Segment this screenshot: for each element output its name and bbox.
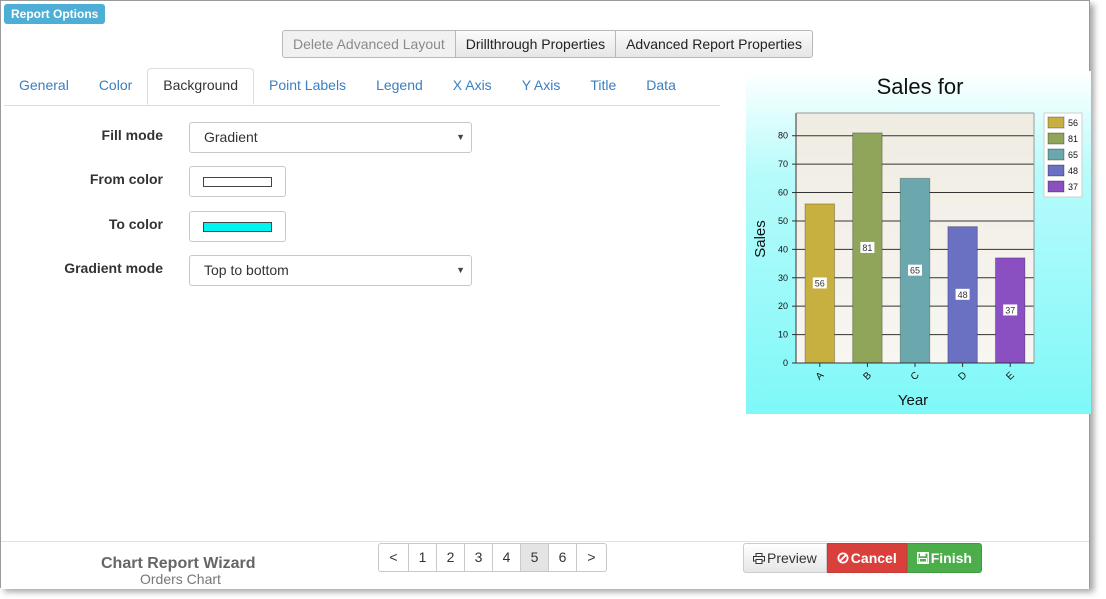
x-tick-label: B [862, 370, 875, 383]
to-color-swatch [203, 222, 272, 232]
fill-mode-select[interactable]: Gradient ▼ [189, 122, 472, 153]
advanced-report-properties-button[interactable]: Advanced Report Properties [615, 30, 813, 58]
printer-icon [753, 552, 765, 564]
save-icon [916, 552, 929, 564]
tab-bar: General Color Background Point Labels Le… [4, 68, 720, 106]
legend-entry: 56 [1068, 118, 1078, 128]
caret-down-icon: ▼ [456, 265, 465, 275]
to-color-picker[interactable] [189, 211, 286, 242]
y-tick-label: 20 [778, 301, 788, 311]
to-color-label: To color [108, 216, 163, 232]
from-color-swatch [203, 177, 272, 187]
page-1-button[interactable]: 1 [408, 543, 437, 572]
y-tick-label: 60 [778, 188, 788, 198]
chart-title: Sales for [877, 74, 964, 99]
chart-legend: 56 81 65 48 37 [1043, 112, 1083, 198]
y-tick-label: 40 [778, 244, 788, 254]
gradient-mode-value: Top to bottom [204, 262, 289, 278]
data-label: 65 [910, 266, 920, 276]
from-color-row: From color [1, 171, 163, 187]
page-5-button[interactable]: 5 [520, 543, 549, 572]
report-options-badge[interactable]: Report Options [4, 4, 106, 24]
y-tick-label: 0 [783, 358, 788, 368]
y-tick-label: 50 [778, 216, 788, 226]
legend-entry: 81 [1068, 134, 1078, 144]
page-3-button[interactable]: 3 [464, 543, 493, 572]
tab-y-axis[interactable]: Y Axis [507, 68, 576, 104]
legend-swatch [1047, 148, 1065, 161]
preview-button[interactable]: Preview [743, 543, 827, 573]
data-label: 56 [815, 278, 825, 288]
ban-icon [837, 552, 849, 564]
cancel-label: Cancel [850, 550, 897, 566]
tab-general[interactable]: General [4, 68, 84, 104]
finish-label: Finish [930, 550, 972, 566]
tab-title[interactable]: Title [575, 68, 631, 104]
tab-point-labels[interactable]: Point Labels [254, 68, 361, 104]
to-color-row: To color [1, 216, 163, 232]
from-color-label: From color [89, 171, 163, 187]
x-tick-label: E [1004, 370, 1017, 383]
tab-color[interactable]: Color [84, 68, 147, 104]
wizard-footer: Chart Report Wizard Orders Chart < 1 2 3… [1, 541, 1089, 589]
page-2-button[interactable]: 2 [436, 543, 465, 572]
top-button-group: Delete Advanced Layout Drillthrough Prop… [282, 30, 813, 58]
fill-mode-row: Fill mode [1, 127, 163, 143]
preview-label: Preview [767, 550, 817, 566]
data-label: 48 [958, 290, 968, 300]
legend-swatch [1047, 132, 1065, 145]
wizard-window: Report Options Delete Advanced Layout Dr… [0, 0, 1091, 589]
fill-mode-label: Fill mode [101, 127, 163, 143]
y-tick-label: 30 [778, 273, 788, 283]
tab-legend[interactable]: Legend [361, 68, 438, 104]
x-axis-label: Year [898, 392, 928, 409]
legend-swatch [1047, 116, 1065, 129]
y-tick-label: 10 [778, 330, 788, 340]
page-4-button[interactable]: 4 [492, 543, 521, 572]
wizard-subtitle: Orders Chart [140, 571, 221, 587]
x-tick-label: A [814, 370, 827, 383]
tab-x-axis[interactable]: X Axis [438, 68, 507, 104]
pagination: < 1 2 3 4 5 6 > [378, 543, 607, 572]
drillthrough-properties-button[interactable]: Drillthrough Properties [454, 30, 617, 58]
y-tick-label: 80 [778, 131, 788, 141]
finish-button[interactable]: Finish [906, 543, 982, 573]
y-tick-label: 70 [778, 159, 788, 169]
page-next-button[interactable]: > [576, 543, 607, 572]
x-tick-label: C [909, 370, 922, 383]
gradient-mode-label: Gradient mode [64, 260, 163, 276]
data-label: 81 [862, 243, 872, 253]
gradient-mode-select[interactable]: Top to bottom ▼ [189, 255, 472, 286]
legend-entry: 37 [1068, 182, 1078, 192]
tab-background[interactable]: Background [147, 68, 254, 105]
from-color-picker[interactable] [189, 166, 286, 197]
delete-advanced-layout-button[interactable]: Delete Advanced Layout [282, 30, 456, 58]
legend-swatch [1047, 164, 1065, 177]
gradient-mode-row: Gradient mode [1, 260, 163, 276]
chart-preview: Sales for 56 81 65 48 37 0 10 20 30 40 50 60 70 80 A B… [746, 71, 1091, 414]
caret-down-icon: ▼ [456, 132, 465, 142]
chart-svg: Sales for 56 81 65 48 37 0 10 20 30 40 50 60 70 80 A B… [752, 74, 1083, 409]
legend-entry: 48 [1068, 166, 1078, 176]
action-buttons: Preview Cancel Finish [743, 543, 982, 573]
cancel-button[interactable]: Cancel [826, 543, 907, 573]
fill-mode-value: Gradient [204, 129, 258, 145]
tab-data[interactable]: Data [631, 68, 691, 104]
legend-swatch [1047, 180, 1065, 193]
page-prev-button[interactable]: < [378, 543, 409, 572]
y-axis-label: Sales [752, 220, 769, 258]
legend-entry: 65 [1068, 150, 1078, 160]
data-label: 37 [1005, 305, 1015, 315]
x-tick-label: D [957, 370, 970, 383]
page-6-button[interactable]: 6 [548, 543, 577, 572]
